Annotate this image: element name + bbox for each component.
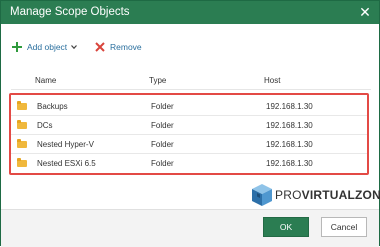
chevron-down-icon[interactable] xyxy=(71,44,78,50)
toolbar: Add object Remove xyxy=(1,35,379,59)
x-icon xyxy=(95,42,105,52)
table-row[interactable]: DCs Folder 192.168.1.30 xyxy=(11,116,367,135)
row-host: 192.168.1.30 xyxy=(266,121,313,130)
row-type: Folder xyxy=(151,102,174,111)
cancel-button[interactable]: Cancel xyxy=(321,217,367,237)
table-header: Name Type Host xyxy=(11,73,371,89)
row-name: DCs xyxy=(37,121,53,130)
add-object-label: Add object xyxy=(27,42,68,52)
row-name: Nested ESXi 6.5 xyxy=(37,159,96,168)
folder-icon xyxy=(17,120,27,129)
ok-button[interactable]: OK xyxy=(263,217,309,237)
add-object-button[interactable]: Add object xyxy=(12,39,78,55)
folder-icon xyxy=(17,101,27,110)
folder-icon xyxy=(17,158,27,167)
cube-logo-icon xyxy=(252,184,272,206)
highlighted-rows: Backups Folder 192.168.1.30 DCs Folder 1… xyxy=(9,93,369,175)
column-header-type[interactable]: Type xyxy=(149,76,166,85)
folder-icon xyxy=(17,139,27,148)
column-header-name[interactable]: Name xyxy=(35,76,56,85)
header-divider xyxy=(11,89,371,90)
table-row[interactable]: Backups Folder 192.168.1.30 xyxy=(11,97,367,116)
row-host: 192.168.1.30 xyxy=(266,159,313,168)
title-bar: Manage Scope Objects ✕ xyxy=(1,1,379,24)
dialog-title: Manage Scope Objects xyxy=(10,6,130,18)
row-name: Nested Hyper-V xyxy=(37,140,94,149)
dialog-footer: OK Cancel xyxy=(1,209,379,247)
plus-icon xyxy=(12,42,22,52)
row-host: 192.168.1.30 xyxy=(266,140,313,149)
row-type: Folder xyxy=(151,159,174,168)
manage-scope-objects-dialog: Manage Scope Objects ✕ Add object Remove… xyxy=(0,0,380,247)
logo-wordmark: PROVIRTUALZONE xyxy=(275,188,380,202)
table-row[interactable]: Nested Hyper-V Folder 192.168.1.30 xyxy=(11,135,367,154)
table-row[interactable]: Nested ESXi 6.5 Folder 192.168.1.30 xyxy=(11,154,367,173)
row-type: Folder xyxy=(151,121,174,130)
provirtualzone-logo: PROVIRTUALZONE xyxy=(251,181,380,207)
close-icon[interactable]: ✕ xyxy=(358,4,372,20)
column-header-host[interactable]: Host xyxy=(264,76,280,85)
row-type: Folder xyxy=(151,140,174,149)
remove-label: Remove xyxy=(110,42,142,52)
row-name: Backups xyxy=(37,102,68,111)
row-host: 192.168.1.30 xyxy=(266,102,313,111)
remove-button[interactable]: Remove xyxy=(95,39,142,55)
